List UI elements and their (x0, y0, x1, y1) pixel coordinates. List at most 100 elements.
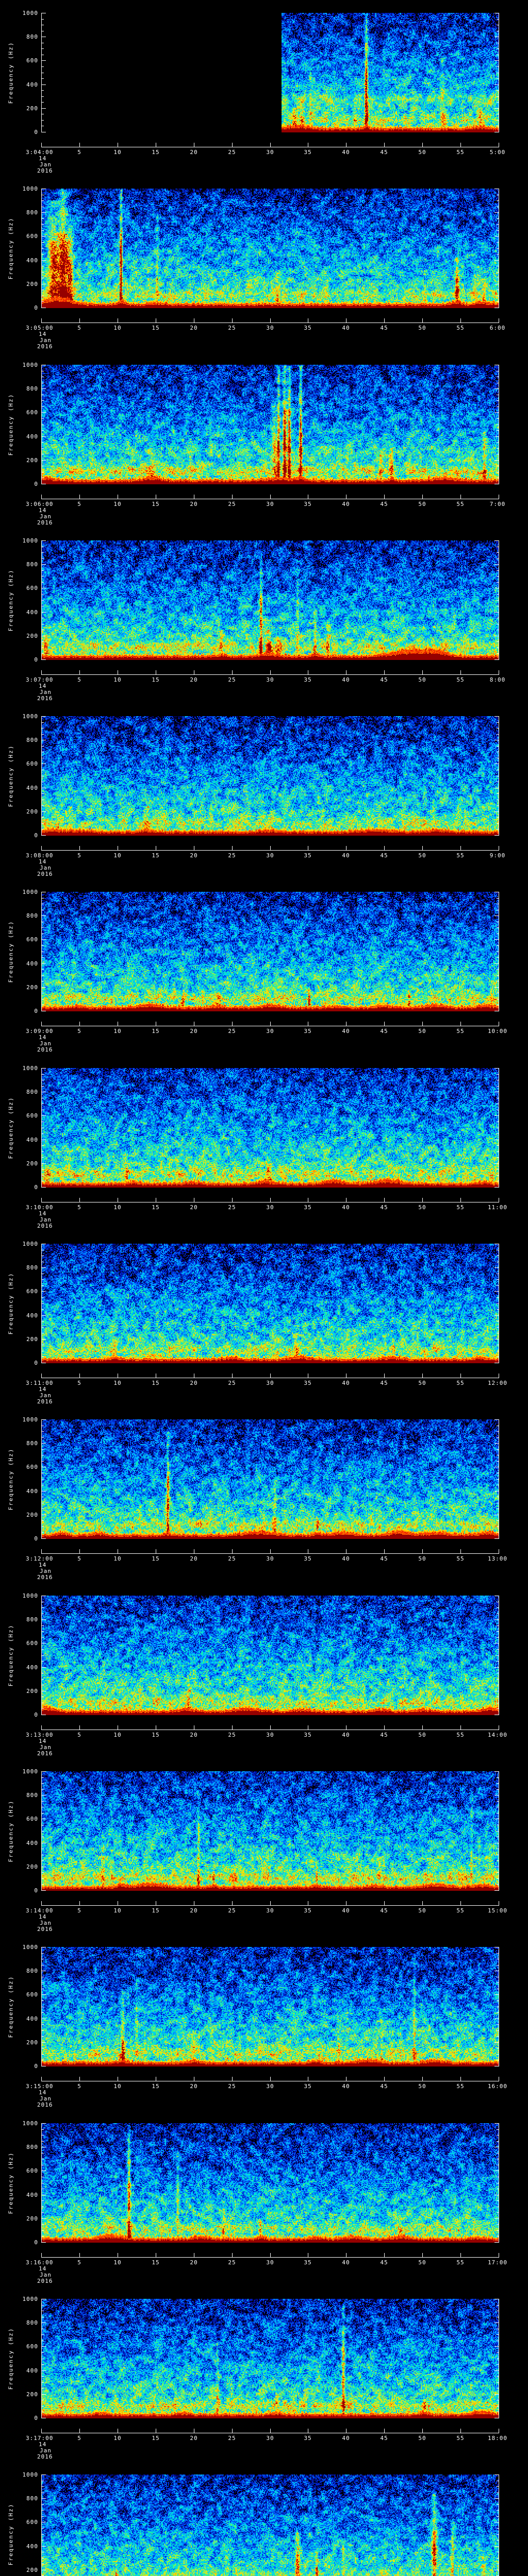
y-tick-label: 1000 (22, 889, 38, 895)
x-tick-label: 25 (228, 2435, 236, 2442)
y-tick-label: 200 (26, 2215, 38, 2222)
x-tick-label: 15 (152, 149, 160, 156)
x-tick (79, 1549, 80, 1553)
y-major-tick (494, 564, 499, 565)
x-tick-label: 35 (304, 1555, 312, 1562)
y-axis-title: Frequency (Hz) (7, 2327, 14, 2390)
y-minor-tick (497, 1520, 499, 1521)
x-tick-label: 55 (456, 325, 465, 331)
y-minor-tick (42, 1801, 44, 1802)
x-tick-label: 30 (266, 2259, 274, 2266)
y-minor-tick (42, 1884, 44, 1885)
x-tick-label: 50 (418, 2259, 426, 2266)
y-tick-label: 0 (34, 304, 38, 311)
y-tick-label: 200 (26, 1160, 38, 1167)
y-tick-label: 400 (26, 1312, 38, 1319)
x-tick (270, 1374, 271, 1378)
y-minor-tick (42, 1297, 44, 1298)
y-tick-label: 200 (26, 2391, 38, 2398)
x-tick (384, 1198, 385, 1202)
spectrogram-canvas (41, 189, 499, 308)
x-tick-label: 50 (418, 2435, 426, 2442)
x-tick-label: 15 (152, 1204, 160, 1211)
y-minor-tick (497, 746, 499, 747)
x-tick (232, 670, 233, 674)
y-minor-tick (42, 19, 44, 20)
y-minor-tick (42, 2382, 44, 2383)
x-tick (270, 318, 271, 323)
x-tick (41, 846, 42, 850)
x-tick-label: 55 (456, 2083, 465, 2090)
y-major-tick (494, 436, 499, 437)
x-tick (384, 495, 385, 499)
y-minor-tick (42, 1086, 44, 1087)
x-tick (232, 318, 233, 323)
x-tick-label: 5 (77, 1555, 81, 1562)
x-tick-label: 30 (266, 1732, 274, 1738)
y-minor-tick (42, 582, 44, 583)
x-tick-label: 10 (113, 501, 122, 507)
y-minor-tick (42, 1285, 44, 1286)
date-month-label: Jan (40, 2272, 52, 2278)
y-minor-tick (497, 2030, 499, 2031)
x-tick-label: 55 (456, 1204, 465, 1211)
spectrogram-canvas (41, 13, 499, 132)
x-tick-label: 35 (304, 2259, 312, 2266)
x-tick-label: 5 (77, 501, 81, 507)
x-tick (79, 1901, 80, 1905)
x-tick-label: 15 (152, 676, 160, 683)
y-minor-tick (497, 722, 499, 723)
y-tick-label: 0 (34, 1887, 38, 1894)
y-minor-tick (497, 218, 499, 219)
y-minor-tick (497, 975, 499, 976)
date-year-label: 2016 (37, 2102, 53, 2108)
y-tick-label: 200 (26, 1863, 38, 1870)
x-tick-label: 35 (304, 1380, 312, 1386)
x-tick-label: 45 (380, 1028, 388, 1035)
x-tick (270, 2253, 271, 2257)
x-tick (232, 2429, 233, 2433)
y-minor-tick (497, 90, 499, 91)
x-tick (232, 1901, 233, 1905)
x-tick (41, 1198, 42, 1202)
y-minor-tick (497, 66, 499, 67)
x-tick-label: 40 (342, 2435, 350, 2442)
y-major-tick (42, 2218, 46, 2219)
x-tick-label: 40 (342, 1380, 350, 1386)
x-tick (460, 670, 461, 674)
y-major-tick (42, 1994, 46, 1995)
y-minor-tick (497, 418, 499, 419)
y-minor-tick (497, 823, 499, 824)
x-tick-label: 25 (228, 852, 236, 859)
x-tick (232, 846, 233, 850)
x-tick (384, 1022, 385, 1026)
x-tick-label: 20 (190, 1028, 198, 1035)
y-major-tick (42, 1771, 46, 1772)
x-tick (460, 1549, 461, 1553)
y-tick-label: 0 (34, 1711, 38, 1718)
end-time-label: 16:00 (487, 2083, 508, 2090)
spectrogram-canvas (41, 1771, 499, 1891)
y-major-tick (494, 1291, 499, 1292)
x-tick (79, 495, 80, 499)
x-tick-label: 10 (113, 2259, 122, 2266)
y-minor-tick (42, 1175, 44, 1176)
y-minor-tick (497, 400, 499, 401)
x-tick-label: 15 (152, 2083, 160, 2090)
y-minor-tick (42, 2364, 44, 2365)
y-minor-tick (42, 230, 44, 231)
x-tick-label: 45 (380, 1555, 388, 1562)
x-tick (384, 846, 385, 850)
y-major-tick (494, 716, 499, 717)
y-tick-label: 600 (26, 1640, 38, 1647)
y-minor-tick (42, 1655, 44, 1656)
y-minor-tick (42, 1982, 44, 1983)
y-minor-tick (42, 2054, 44, 2055)
y-axis-title: Frequency (Hz) (7, 1272, 14, 1335)
y-minor-tick (42, 2224, 44, 2225)
y-major-tick (42, 987, 46, 988)
y-minor-tick (42, 1279, 44, 1280)
x-tick (270, 2429, 271, 2433)
x-tick (460, 1022, 461, 1026)
x-tick (384, 143, 385, 147)
